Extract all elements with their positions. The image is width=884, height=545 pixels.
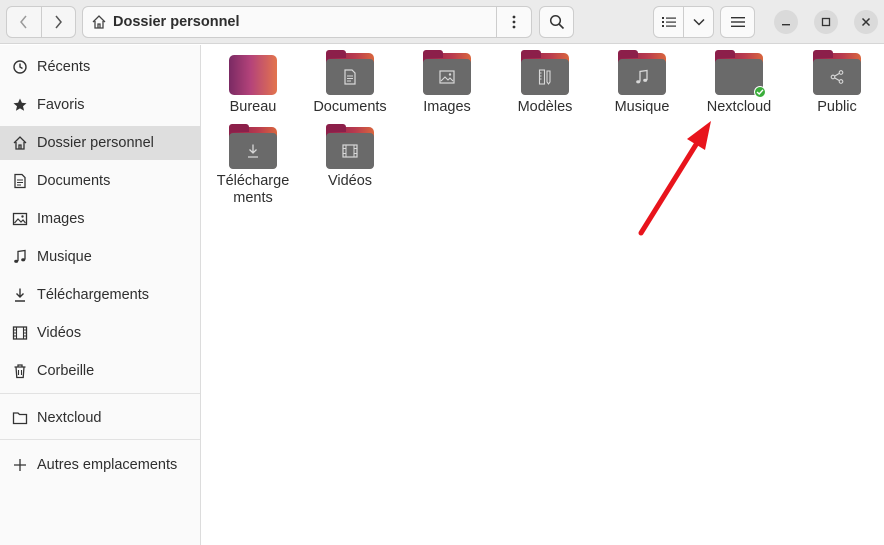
list-view-icon xyxy=(661,17,676,27)
chevron-down-icon xyxy=(693,18,705,26)
path-label: Dossier personnel xyxy=(113,14,240,30)
folder-name: Vidéos xyxy=(327,173,373,189)
navigation-buttons xyxy=(6,6,76,38)
sidebar: Récents Favoris Dossier personnel Docume… xyxy=(0,45,201,545)
sidebar-item-label: Nextcloud xyxy=(37,410,102,426)
path-bar: Dossier personnel xyxy=(82,6,532,38)
sidebar-item-recents[interactable]: Récents xyxy=(0,50,200,84)
folder-icon xyxy=(11,409,29,427)
view-options-dropdown[interactable] xyxy=(683,7,713,37)
folder-grid: Bureau Documents Images Modèles Musique … xyxy=(202,45,884,545)
sync-ok-icon xyxy=(754,86,766,98)
maximize-button[interactable] xyxy=(814,10,838,34)
search-icon xyxy=(549,14,564,30)
star-icon xyxy=(11,96,29,114)
minimize-icon xyxy=(782,24,790,26)
trash-icon xyxy=(11,362,29,380)
header-bar: Dossier personnel xyxy=(0,0,884,44)
path-home-button[interactable]: Dossier personnel xyxy=(83,7,496,37)
sidebar-item-label: Dossier personnel xyxy=(37,135,154,151)
folder-name: Public xyxy=(817,99,857,115)
image-icon xyxy=(11,210,29,228)
download-icon xyxy=(11,286,29,304)
desktop-folder-icon xyxy=(229,53,277,95)
sidebar-item-label: Corbeille xyxy=(37,363,95,379)
sidebar-separator xyxy=(0,393,200,394)
folder-modeles[interactable]: Modèles xyxy=(497,45,593,116)
close-button[interactable] xyxy=(854,10,878,34)
back-button[interactable] xyxy=(7,7,41,37)
vertical-dots-icon xyxy=(512,15,516,29)
folder-nextcloud[interactable]: Nextcloud xyxy=(691,45,787,116)
folder-bureau[interactable]: Bureau xyxy=(205,45,301,116)
music-folder-icon xyxy=(618,50,666,95)
document-icon xyxy=(11,172,29,190)
search-button[interactable] xyxy=(539,6,574,38)
maximize-icon xyxy=(821,17,831,27)
sidebar-item-label: Documents xyxy=(37,173,111,189)
public-folder-icon xyxy=(813,50,861,95)
folder-public[interactable]: Public xyxy=(789,45,884,116)
sidebar-item-label: Musique xyxy=(37,249,92,265)
sidebar-item-nextcloud[interactable]: Nextcloud xyxy=(0,401,200,435)
sidebar-item-label: Autres emplacements xyxy=(37,457,178,473)
path-menu-button[interactable] xyxy=(496,7,531,37)
folder-name: Bureau xyxy=(229,99,277,115)
folder-documents[interactable]: Documents xyxy=(302,45,398,116)
sidebar-item-images[interactable]: Images xyxy=(0,202,200,236)
home-icon xyxy=(92,15,106,29)
chevron-right-icon xyxy=(55,15,63,29)
view-switcher xyxy=(653,6,714,38)
music-icon xyxy=(11,248,29,266)
sidebar-item-corbeille[interactable]: Corbeille xyxy=(0,354,200,388)
sidebar-separator xyxy=(0,439,200,440)
sidebar-item-videos[interactable]: Vidéos xyxy=(0,316,200,350)
templates-folder-icon xyxy=(521,50,569,95)
folder-musique[interactable]: Musique xyxy=(594,45,690,116)
hamburger-menu-icon xyxy=(730,17,745,27)
home-icon xyxy=(11,134,29,152)
folder-videos[interactable]: Vidéos xyxy=(302,119,398,190)
videos-folder-icon xyxy=(326,124,374,169)
folder-name: Images xyxy=(423,99,471,115)
film-icon xyxy=(11,324,29,342)
plus-icon xyxy=(11,456,29,474)
forward-button[interactable] xyxy=(40,7,75,37)
pictures-folder-icon xyxy=(423,50,471,95)
folder-images[interactable]: Images xyxy=(399,45,495,116)
sidebar-item-dossier-personnel[interactable]: Dossier personnel xyxy=(0,126,200,160)
sidebar-item-musique[interactable]: Musique xyxy=(0,240,200,274)
folder-name: Musique xyxy=(614,99,670,115)
folder-telechargements[interactable]: Télécharge ments xyxy=(205,119,301,207)
folder-name: Modèles xyxy=(517,99,573,115)
sidebar-item-label: Téléchargements xyxy=(37,287,150,303)
close-icon xyxy=(861,17,871,27)
clock-icon xyxy=(11,58,29,76)
list-view-button[interactable] xyxy=(654,7,683,37)
sidebar-item-telechargements[interactable]: Téléchargements xyxy=(0,278,200,312)
sidebar-item-label: Images xyxy=(37,211,85,227)
sidebar-item-label: Favoris xyxy=(37,97,85,113)
synced-folder-icon xyxy=(715,50,766,98)
minimize-button[interactable] xyxy=(774,10,798,34)
sidebar-item-autres-emplacements[interactable]: Autres emplacements xyxy=(0,448,200,482)
folder-name: Nextcloud xyxy=(706,99,772,115)
downloads-folder-icon xyxy=(229,124,277,169)
documents-folder-icon xyxy=(326,50,374,95)
folder-name: Documents xyxy=(313,99,387,115)
sidebar-item-label: Vidéos xyxy=(37,325,82,341)
chevron-left-icon xyxy=(20,15,27,29)
sidebar-item-label: Récents xyxy=(37,59,91,75)
sidebar-item-favoris[interactable]: Favoris xyxy=(0,88,200,122)
folder-name: Télécharge ments xyxy=(216,173,290,206)
main-menu-button[interactable] xyxy=(720,6,755,38)
sidebar-item-documents[interactable]: Documents xyxy=(0,164,200,198)
